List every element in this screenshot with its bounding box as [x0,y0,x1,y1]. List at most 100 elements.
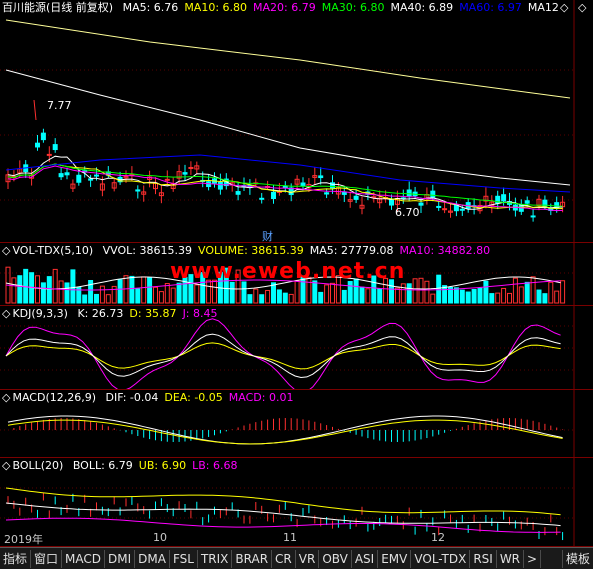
tab-macd[interactable]: MACD [62,549,106,568]
candle-body [418,202,424,206]
volume-bar [394,287,400,304]
candle-body [282,185,288,189]
ma20-line [7,165,563,212]
volume-bar [471,288,477,304]
tab-指标[interactable]: 指标 [0,549,32,568]
tab-dma[interactable]: DMA [135,549,170,568]
date-label-2019: 2019年 [4,533,43,546]
candle-body [52,144,58,151]
volume-bar [17,275,23,304]
tab-vr[interactable]: VR [296,549,320,568]
volume-bar [406,283,412,304]
volume-bar [11,277,17,304]
ma120-line [5,19,571,99]
volume-bar [512,277,518,304]
volume-bar [424,280,430,304]
volume-bar [312,280,318,304]
volume-bar [554,290,560,304]
tab-more[interactable]: > [524,549,542,568]
volume-bar [507,292,512,304]
volume-bar [436,274,442,304]
tab-dmi[interactable]: DMI [105,549,136,568]
candle-body [88,178,94,181]
volume-bar [158,291,164,304]
volume-bar [400,283,406,304]
volume-bar [459,289,465,304]
volume-bar [330,282,335,304]
candle-body [406,189,412,197]
candle-body [300,182,306,187]
tab-wr[interactable]: WR [497,549,525,568]
volume-bar [324,284,330,304]
kdj-k-line [5,333,561,379]
volume-bar [259,294,265,304]
volume-bar [70,269,76,304]
volume-bar [495,292,501,304]
volume-bar [129,275,135,304]
volume-bar [265,289,271,304]
volume-bar [465,291,471,304]
macd-chart[interactable] [0,390,593,458]
boll-mid-line [5,502,561,527]
price-chart[interactable] [0,0,593,242]
tab-obv[interactable]: OBV [319,549,352,568]
tab-trix[interactable]: TRIX [198,549,233,568]
volume-bar [294,280,300,304]
volume-bar [483,280,489,304]
volume-bar [430,293,436,304]
volume-bar [282,292,288,304]
macd-pane[interactable]: ◇ MACD(12,26,9) DIF: -0.04 DEA: -0.05 MACD:… [0,389,593,458]
high-price-marker: 7.77 [47,99,72,112]
candle-body [217,181,223,190]
tab-template[interactable]: 模板 [561,549,593,568]
tab-asi[interactable]: ASI [352,549,379,568]
tab-fsl[interactable]: FSL [170,549,198,568]
date-label-10: 10 [153,531,167,544]
tab-窗口[interactable]: 窗口 [31,549,63,568]
volume-bar [412,278,418,304]
candle-body [459,208,465,211]
candle-body [40,132,46,141]
date-label-11: 11 [283,531,297,544]
candle-body [524,200,530,204]
low-price-marker: 6.70 [395,206,420,219]
tab-cr[interactable]: CR [272,549,296,568]
watermark: www.eweb.net.cn [170,259,406,284]
volume-bar [105,294,111,304]
volume-bar [194,284,200,304]
volume-bar [58,280,64,304]
volume-bar [94,293,99,304]
volume-bar [542,293,548,304]
candle-body [94,174,99,177]
volume-bar [64,282,70,304]
volume-bar [253,288,259,304]
volume-bar [35,275,40,304]
tab-emv[interactable]: EMV [378,549,412,568]
volume-bar [52,268,58,304]
price-pane[interactable]: 百川能源(日线 前复权) MA5: 6.76 MA10: 6.80 MA20: 6.… [0,0,593,243]
volume-bar [359,286,365,304]
candle-body [442,208,448,211]
ma30-line [7,163,563,207]
tab-brar[interactable]: BRAR [232,549,273,568]
tab-vol-tdx[interactable]: VOL-TDX [411,549,471,568]
tab-rsi[interactable]: RSI [470,549,497,568]
volume-bar [548,281,554,304]
ma40-line [5,69,571,186]
volume-bar [153,286,158,304]
kdj-chart[interactable] [0,306,593,390]
kdj-pane[interactable]: ◇ KDJ(9,3,3) K: 26.73 D: 35.87 J: 8.45 [0,305,593,390]
candle-body [430,190,436,198]
volume-bar [82,294,88,304]
candle-body [64,172,70,176]
candle-body [58,173,64,178]
volume-bar [229,281,235,304]
candle-body [182,172,188,175]
spike-wick [33,99,37,121]
volume-bar [241,281,247,304]
volume-bar [170,287,176,304]
candle-body [46,153,52,156]
volume-bar [560,280,566,304]
candle-body [271,191,276,199]
volume-bar [453,287,459,304]
